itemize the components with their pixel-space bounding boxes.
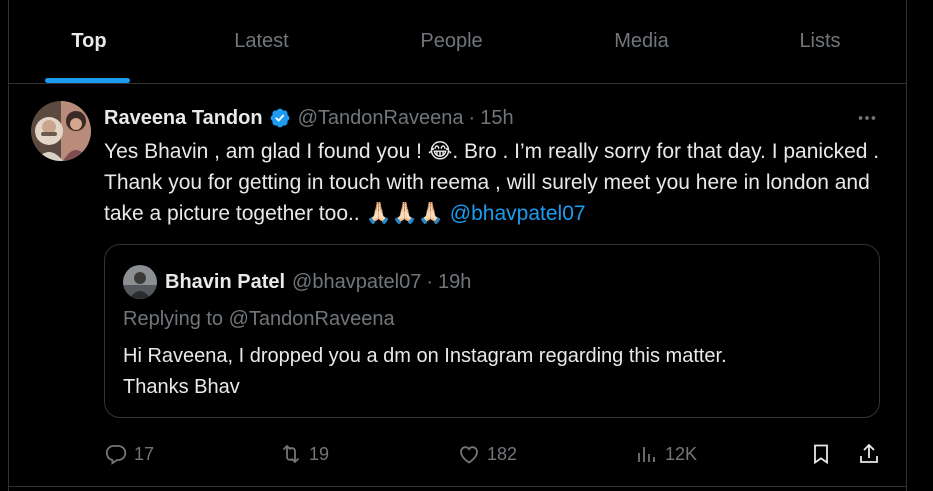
tab-people[interactable]: People: [354, 0, 549, 83]
tab-label: People: [420, 30, 483, 52]
quoted-author-avatar: [123, 265, 157, 299]
verified-badge-icon: [269, 107, 291, 129]
tab-label: Top: [71, 30, 107, 52]
reply-count: 17: [134, 443, 155, 464]
more-icon: [858, 116, 876, 120]
quoted-tweet-header: Bhavin Patel @bhavpatel07 · 19h: [165, 269, 471, 295]
bookmark-icon: [814, 444, 828, 465]
reply-icon: [105, 445, 127, 465]
timeline-column: Top Latest People Media Lists Raveena Ta…: [8, 0, 907, 491]
active-tab-indicator: [45, 78, 130, 83]
quoted-text-line2: Thanks Bhav: [123, 376, 240, 398]
author-handle[interactable]: @TandonRaveena: [298, 107, 464, 130]
repost-count: 19: [309, 443, 330, 464]
view-count: 12K: [665, 443, 698, 464]
analytics-icon: [638, 447, 655, 462]
tab-latest[interactable]: Latest: [169, 0, 354, 83]
quoted-tweet-card[interactable]: Bhavin Patel @bhavpatel07 · 19h Replying…: [104, 244, 880, 418]
divider: [9, 486, 906, 487]
quoted-tweet-timestamp: 19h: [438, 270, 472, 293]
views-button[interactable]: 12K: [635, 436, 697, 472]
search-tabs: Top Latest People Media Lists: [9, 0, 906, 84]
share-icon: [860, 443, 878, 463]
tweet-actions: 17 19 182 12K: [9, 436, 906, 472]
tweet-timestamp[interactable]: 15h: [480, 107, 513, 130]
folded-hands-emoji: 🙏🏻🙏🏻🙏🏻: [365, 201, 444, 225]
like-button[interactable]: 182: [457, 436, 517, 472]
tab-media[interactable]: Media: [549, 0, 734, 83]
heart-icon: [460, 446, 478, 464]
author-avatar[interactable]: [31, 101, 91, 161]
quoted-text-line1: Hi Raveena, I dropped you a dm on Instag…: [123, 345, 727, 367]
tab-label: Lists: [799, 30, 841, 52]
like-count: 182: [487, 443, 518, 464]
quoted-author-name: Bhavin Patel: [165, 270, 286, 293]
tab-label: Latest: [234, 30, 289, 52]
separator-dot: ·: [426, 270, 434, 293]
tweet-text: Yes Bhavin , am glad I found you ! 😂. Br…: [104, 136, 884, 229]
separator-dot: ·: [468, 106, 476, 129]
share-button[interactable]: [857, 436, 881, 472]
author-name[interactable]: Raveena Tandon: [104, 107, 263, 130]
tab-label: Media: [614, 30, 669, 52]
tab-top[interactable]: Top: [9, 0, 169, 83]
tweet-header: Raveena Tandon @TandonRaveena · 15h: [104, 104, 514, 132]
more-options-button[interactable]: [852, 106, 882, 130]
repost-icon: [282, 444, 300, 464]
quoted-author-handle: @bhavpatel07: [292, 270, 422, 293]
tab-lists[interactable]: Lists: [734, 0, 906, 83]
quoted-tweet-text: Hi Raveena, I dropped you a dm on Instag…: [123, 341, 863, 403]
bookmark-button[interactable]: [809, 436, 833, 472]
repost-button[interactable]: 19: [279, 436, 329, 472]
replying-to-label: Replying to @TandonRaveena: [123, 308, 395, 330]
mention-link[interactable]: @bhavpatel07: [450, 202, 586, 225]
reply-button[interactable]: 17: [104, 436, 154, 472]
laughing-emoji: 😂: [427, 139, 453, 163]
tweet-text-part1: Yes Bhavin , am glad I found you !: [104, 140, 428, 163]
